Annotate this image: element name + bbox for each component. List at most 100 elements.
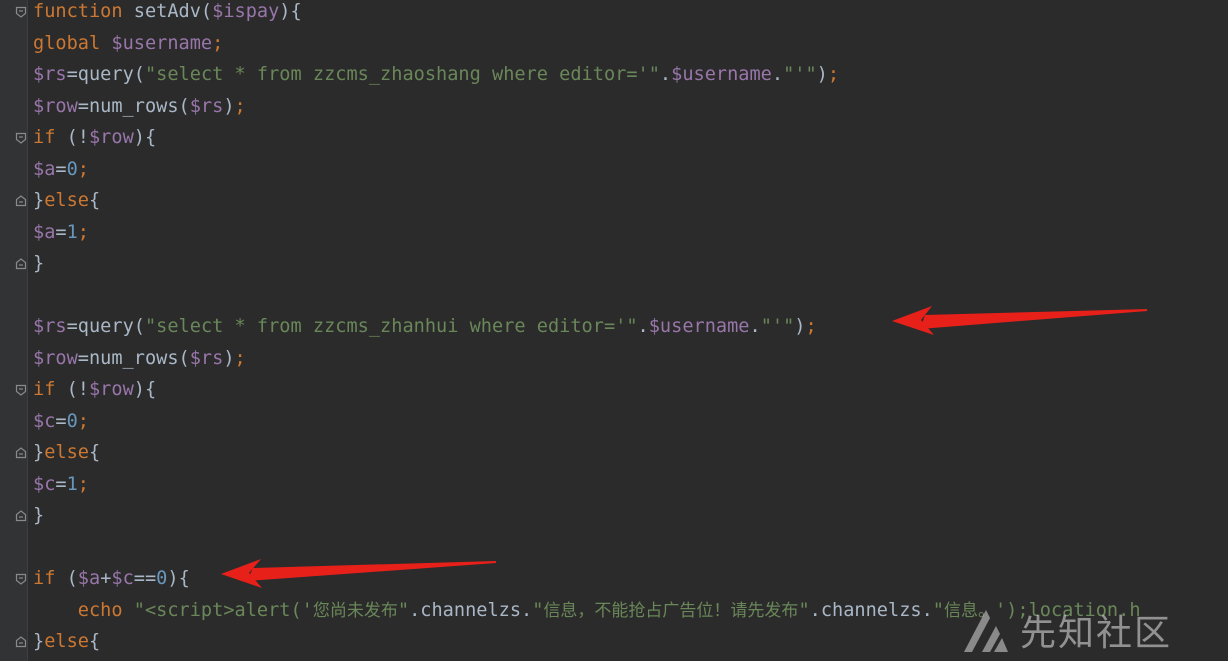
- keyword-token: ;: [77, 158, 89, 180]
- code-token: =num_rows(: [77, 347, 190, 369]
- variable-token: $c: [33, 473, 56, 495]
- code-token: =: [55, 410, 67, 432]
- code-token: .: [749, 316, 761, 337]
- fold-close-icon[interactable]: [15, 636, 27, 648]
- code-line[interactable]: if (!$row){: [33, 124, 1228, 156]
- keyword-token: ;: [77, 410, 89, 432]
- code-line[interactable]: [33, 282, 1228, 314]
- code-token: (: [200, 1, 213, 22]
- string-token: ": [798, 599, 810, 621]
- keyword-token: ;: [234, 347, 246, 369]
- number-token: 1: [66, 221, 78, 243]
- keyword-token: function: [33, 1, 134, 22]
- code-token: ): [816, 64, 828, 85]
- fold-open-icon[interactable]: [15, 384, 27, 396]
- code-line[interactable]: $rs=query("select * from zzcms_zhanhui w…: [33, 313, 1228, 345]
- code-line[interactable]: if (!$row){: [33, 376, 1228, 408]
- keyword-token: if: [33, 379, 67, 400]
- string-token: ": [397, 599, 410, 621]
- keyword-token: if: [33, 127, 67, 148]
- code-token: (!: [66, 127, 89, 148]
- string-token: "select * from zzcms_zhaoshang where edi…: [144, 64, 660, 85]
- variable-token: $a: [33, 158, 56, 180]
- variable-token: $rs: [189, 347, 224, 369]
- code-token: }: [33, 505, 45, 526]
- code-line[interactable]: $row=num_rows($rs);: [33, 93, 1228, 125]
- number-token: 0: [156, 568, 168, 589]
- code-line[interactable]: function setAdv($ispay){: [33, 0, 1228, 30]
- fold-close-icon[interactable]: [15, 195, 27, 207]
- code-token: =: [55, 473, 67, 495]
- variable-token: $rs: [33, 64, 67, 85]
- keyword-token: ;: [77, 221, 89, 243]
- code-editor[interactable]: function setAdv($ispay){global $username…: [0, 0, 1228, 661]
- string-token: ": [932, 599, 944, 621]
- watermark-text: 先知社区: [1020, 612, 1173, 654]
- code-token: {: [88, 190, 101, 211]
- code-line[interactable]: }: [33, 502, 1228, 534]
- variable-token: $row: [88, 127, 134, 148]
- code-token: ){: [279, 1, 302, 22]
- keyword-token: echo: [77, 599, 134, 621]
- keyword-token: global: [33, 32, 112, 54]
- string-token: 信息，不能抢占广告位！请先发布: [543, 600, 799, 621]
- code-area[interactable]: function setAdv($ispay){global $username…: [33, 0, 1228, 661]
- code-line[interactable]: $a=1;: [33, 219, 1228, 251]
- code-token: .: [659, 64, 672, 85]
- code-line[interactable]: $c=0;: [33, 408, 1228, 440]
- fold-open-icon[interactable]: [15, 132, 27, 144]
- code-token: (: [66, 568, 78, 589]
- number-token: 1: [66, 473, 78, 495]
- fold-close-icon[interactable]: [15, 510, 27, 522]
- code-token: +: [100, 568, 112, 589]
- code-token: }: [33, 253, 45, 274]
- code-line[interactable]: }else{: [33, 439, 1228, 471]
- code-token: {: [88, 442, 101, 463]
- code-line[interactable]: }: [33, 250, 1228, 282]
- string-token: "'": [783, 64, 817, 85]
- string-token: 您尚未发布: [312, 600, 398, 621]
- code-token: =num_rows(: [77, 95, 190, 117]
- fold-close-icon[interactable]: [15, 258, 27, 270]
- code-line[interactable]: $c=1;: [33, 471, 1228, 503]
- variable-token: $username: [648, 316, 750, 337]
- keyword-token: ;: [212, 32, 224, 54]
- code-line[interactable]: }else{: [33, 187, 1228, 219]
- code-line[interactable]: global $username;: [33, 30, 1228, 62]
- fold-open-icon[interactable]: [15, 6, 27, 18]
- code-line[interactable]: [33, 534, 1228, 566]
- string-token: "'": [760, 316, 795, 337]
- fold-close-icon[interactable]: [15, 447, 27, 459]
- keyword-token: else: [44, 631, 89, 652]
- variable-token: $rs: [33, 316, 67, 337]
- fold-open-icon[interactable]: [15, 573, 27, 585]
- code-token: (!: [66, 379, 89, 400]
- code-token: .: [771, 64, 784, 85]
- code-line[interactable]: if ($a+$c==0){: [33, 565, 1228, 597]
- code-token: ): [794, 316, 806, 337]
- variable-token: $rs: [189, 95, 224, 117]
- code-token: }: [33, 442, 45, 463]
- editor-gutter: [0, 0, 28, 661]
- number-token: 0: [66, 410, 78, 432]
- code-token: ){: [133, 379, 157, 400]
- keyword-token: ;: [234, 95, 246, 117]
- code-line[interactable]: $row=num_rows($rs);: [33, 345, 1228, 377]
- string-token: "select * from zzcms_zhanhui where edito…: [144, 316, 638, 337]
- code-line[interactable]: $a=0;: [33, 156, 1228, 188]
- code-token: }: [33, 631, 45, 652]
- keyword-token: else: [44, 190, 89, 211]
- keyword-token: else: [44, 442, 89, 463]
- string-token: "<script>alert(': [133, 599, 313, 621]
- variable-token: $a: [77, 568, 101, 589]
- code-token: =query(: [66, 316, 145, 337]
- variable-token: $username: [671, 64, 772, 85]
- watermark: 先知社区: [960, 598, 1228, 661]
- code-line[interactable]: $rs=query("select * from zzcms_zhaoshang…: [33, 61, 1228, 93]
- string-token: ": [532, 599, 544, 621]
- code-token: =: [55, 221, 67, 243]
- code-token: .: [637, 316, 649, 337]
- code-token: .channelzs.: [809, 599, 933, 621]
- code-token: ){: [133, 127, 157, 148]
